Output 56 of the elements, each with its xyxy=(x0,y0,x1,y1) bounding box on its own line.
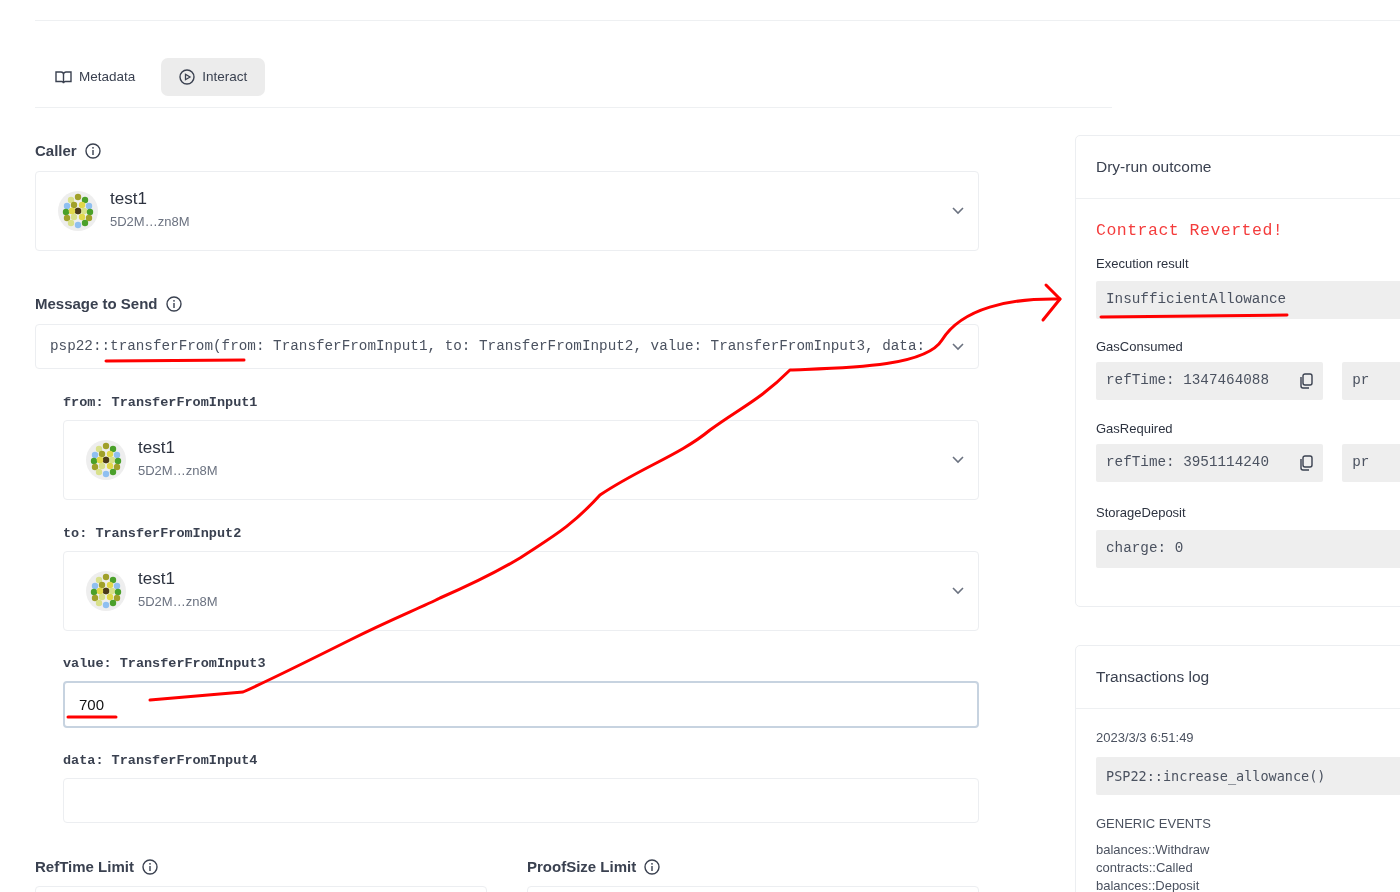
copy-icon xyxy=(1299,373,1314,389)
field-label: GasConsumed xyxy=(1096,339,1184,355)
chevron-down-icon xyxy=(952,456,964,464)
tab[interactable]: Metadata xyxy=(37,58,154,96)
input-field[interactable]: 700 xyxy=(63,681,979,728)
section-label: GENERIC EVENTS xyxy=(1096,816,1212,832)
identicon-avatar xyxy=(86,440,126,480)
event-item: contracts::Called xyxy=(1096,859,1194,877)
account-address: 5D2M…zn8M xyxy=(138,462,218,481)
field-label: Execution result xyxy=(1096,256,1190,272)
event-item: balances::Deposit xyxy=(1096,877,1201,892)
account-name: test1 xyxy=(110,190,148,210)
message-select[interactable]: psp22::transferFrom(from: TransferFromInput1, to: TransferFromInput2, value: TransferFromInput3, data: xyxy=(35,324,979,369)
field-label: Message to Send xyxy=(35,295,158,313)
account-select[interactable]: test1 5D2M…zn8M xyxy=(35,171,979,251)
info-icon xyxy=(165,296,182,312)
event-item: balances::Withdraw xyxy=(1096,841,1211,859)
argument-label: to: TransferFromInput2 xyxy=(63,526,243,542)
tab[interactable]: Interact xyxy=(161,58,266,96)
copy-icon xyxy=(1299,455,1314,471)
account-address: 5D2M…zn8M xyxy=(110,213,190,232)
argument-label: value: TransferFromInput3 xyxy=(63,656,267,672)
chevron-down-icon xyxy=(952,587,964,595)
argument-label: from: TransferFromInput1 xyxy=(63,395,259,411)
identicon-avatar xyxy=(58,191,98,231)
account-address: 5D2M…zn8M xyxy=(138,593,218,612)
timestamp: 2023/3/3 6:51:49 xyxy=(1096,730,1195,746)
field-label: StorageDeposit xyxy=(1096,505,1187,521)
account-name: test1 xyxy=(138,439,176,459)
info-icon xyxy=(141,859,158,875)
field-label: RefTime Limit xyxy=(35,858,134,876)
value-text: refTime: 1347464088 xyxy=(1106,371,1269,391)
field-label: ProofSize Limit xyxy=(527,858,637,876)
status-text: Contract Reverted! xyxy=(1096,221,1285,241)
chevron-down-icon xyxy=(952,342,964,351)
info-icon xyxy=(644,859,661,875)
result-value: InsufficientAllowance xyxy=(1096,281,1400,319)
argument-label: data: TransferFromInput4 xyxy=(63,753,259,769)
value-text: refTime: 3951114240 xyxy=(1106,453,1269,473)
card-title: Transactions log xyxy=(1076,646,1400,709)
value-field: charge: 0 xyxy=(1096,530,1400,568)
underline-annotation xyxy=(66,715,118,719)
chevron-down-icon xyxy=(952,207,964,215)
card-title: Dry-run outcome xyxy=(1076,136,1400,199)
book-icon xyxy=(55,70,72,84)
play-circle-icon xyxy=(179,69,196,85)
account-select[interactable]: test1 5D2M…zn8M xyxy=(63,420,979,500)
info-icon xyxy=(84,143,101,159)
call-value: PSP22::increase_allowance() xyxy=(1096,757,1400,795)
field-label: GasRequired xyxy=(1096,421,1174,437)
identicon-avatar xyxy=(86,571,126,611)
account-name: test1 xyxy=(138,570,176,590)
value-text: pr xyxy=(1352,371,1370,391)
field-label: Caller xyxy=(35,142,77,160)
account-select[interactable]: test1 5D2M…zn8M xyxy=(63,551,979,631)
value-text: pr xyxy=(1352,453,1370,473)
